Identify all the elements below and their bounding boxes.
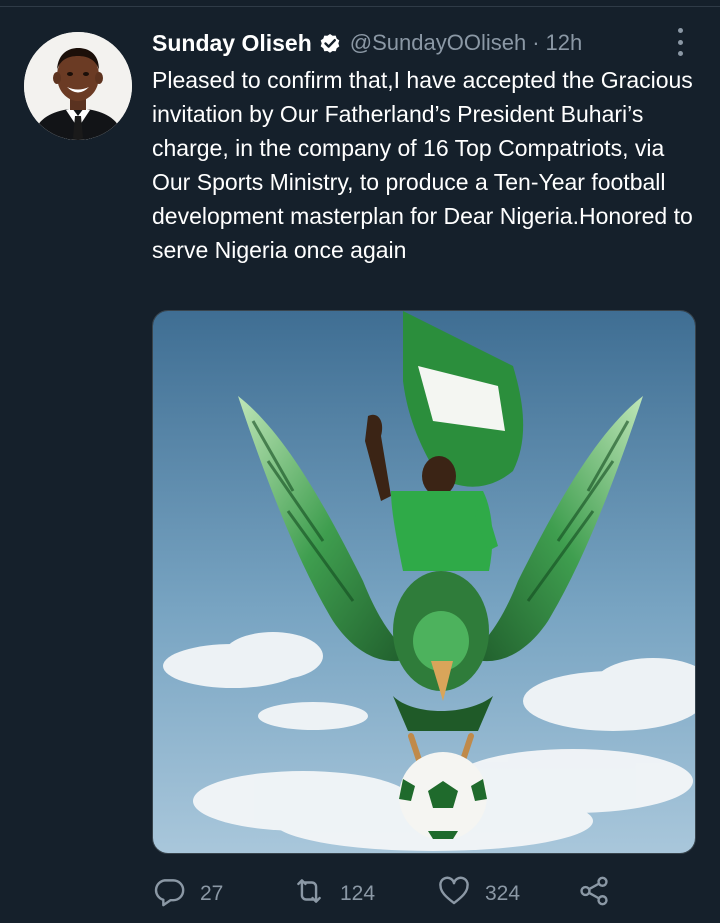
eagle-artwork <box>153 311 695 853</box>
time-separator: · <box>532 30 540 55</box>
share-icon <box>577 874 611 914</box>
like-count: 324 <box>485 882 521 905</box>
retweet-icon <box>292 874 326 914</box>
tweet-actions: 27 124 324 <box>152 872 672 916</box>
like-icon <box>437 874 471 914</box>
verified-badge-icon <box>318 31 342 55</box>
reply-button[interactable]: 27 <box>152 872 223 916</box>
avatar[interactable] <box>24 32 132 140</box>
author-handle[interactable]: @SundayOOliseh <box>350 30 526 56</box>
tweet-header: Sunday Oliseh @SundayOOliseh · 12h <box>152 26 582 60</box>
more-options-icon[interactable] <box>668 28 692 56</box>
tweet-text: Pleased to confirm that,I have accepted … <box>152 67 693 263</box>
retweet-button[interactable]: 124 <box>292 872 375 916</box>
reply-icon <box>152 874 186 914</box>
like-button[interactable]: 324 <box>437 872 520 916</box>
retweet-count: 124 <box>340 882 376 905</box>
tweet-time[interactable]: 12h <box>546 30 583 56</box>
tweet-image[interactable] <box>152 310 696 854</box>
top-divider <box>0 0 720 7</box>
author-name[interactable]: Sunday Oliseh <box>152 30 312 57</box>
avatar-photo <box>24 32 132 140</box>
reply-count: 27 <box>200 882 224 905</box>
share-button[interactable] <box>577 872 611 916</box>
